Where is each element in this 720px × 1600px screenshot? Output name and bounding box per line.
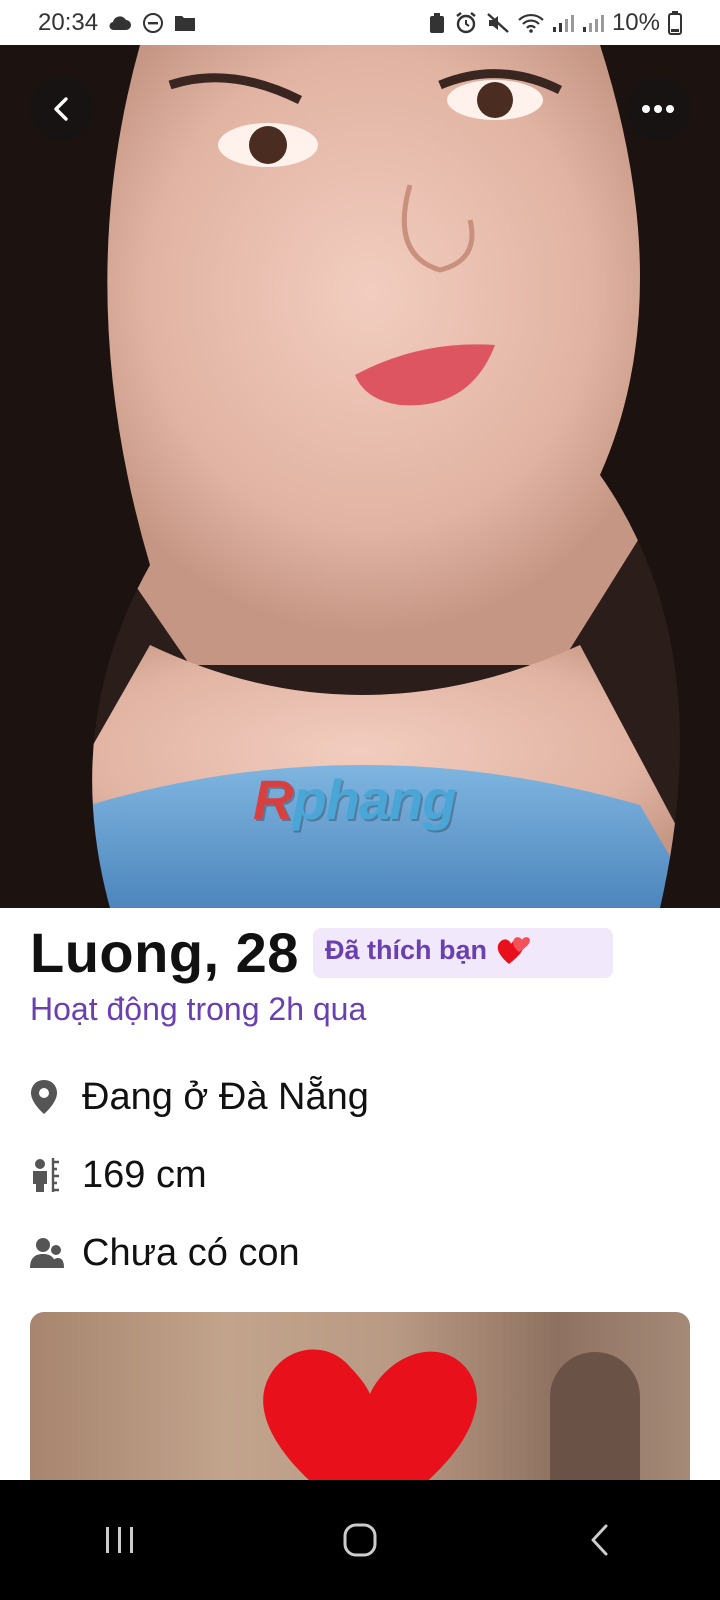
profile-info: Luong, 28 Đã thích bạn Hoạt động trong 2… (30, 920, 690, 1292)
secondary-photo[interactable] (30, 1312, 690, 1482)
alarm-icon (454, 11, 478, 35)
detail-location-text: Đang ở Đà Nẵng (82, 1075, 369, 1118)
cloud-icon (108, 14, 132, 32)
chevron-left-icon (54, 97, 68, 121)
status-bar: 20:34 10% (0, 0, 720, 45)
battery-percent: 10% (611, 8, 660, 36)
detail-children: Chưa có con (30, 1214, 690, 1292)
children-icon (30, 1237, 82, 1269)
more-options-button[interactable] (626, 77, 690, 141)
name-row: Luong, 28 Đã thích bạn (30, 920, 690, 985)
hearts-icon (497, 936, 530, 964)
active-status: Hoạt động trong 2h qua (30, 991, 367, 1027)
battery-icon (668, 10, 682, 35)
profile-name-age: Luong, 28 (30, 921, 299, 984)
detail-children-text: Chưa có con (82, 1231, 300, 1274)
back-button[interactable] (30, 77, 94, 141)
status-bar-left: 20:34 (38, 9, 196, 37)
height-icon (30, 1157, 82, 1193)
nav-back-button[interactable] (560, 1500, 640, 1580)
home-button[interactable] (320, 1500, 400, 1580)
watermark: Rphang (253, 768, 456, 831)
liked-you-badge: Đã thích bạn (312, 927, 613, 978)
profile-details: Đang ở Đà Nẵng 169 cm Chưa có con (30, 1058, 690, 1292)
folder-icon (174, 14, 196, 32)
back-icon (591, 1524, 608, 1556)
liked-you-label: Đã thích bạn (324, 935, 487, 965)
recent-apps-icon (106, 1527, 133, 1553)
recent-apps-button[interactable] (80, 1500, 160, 1580)
photo-background-arch (550, 1352, 640, 1482)
heart-sticker-icon (263, 1349, 477, 1482)
detail-location: Đang ở Đà Nẵng (30, 1058, 690, 1136)
status-bar-right: 10% (428, 9, 682, 37)
more-horizontal-icon (642, 105, 674, 113)
detail-height: 169 cm (30, 1136, 690, 1214)
status-time: 20:34 (38, 8, 99, 36)
system-nav-bar (0, 1480, 720, 1600)
profile-photo[interactable]: Rphang (0, 45, 720, 908)
wifi-icon (518, 13, 544, 33)
recycle-icon (428, 12, 446, 34)
location-pin-icon (30, 1079, 82, 1115)
signal-icon (552, 13, 574, 33)
do-not-disturb-icon (142, 12, 164, 34)
home-icon (343, 1523, 377, 1557)
signal-icon (582, 13, 604, 33)
mute-icon (486, 12, 510, 34)
detail-height-text: 169 cm (82, 1153, 207, 1196)
